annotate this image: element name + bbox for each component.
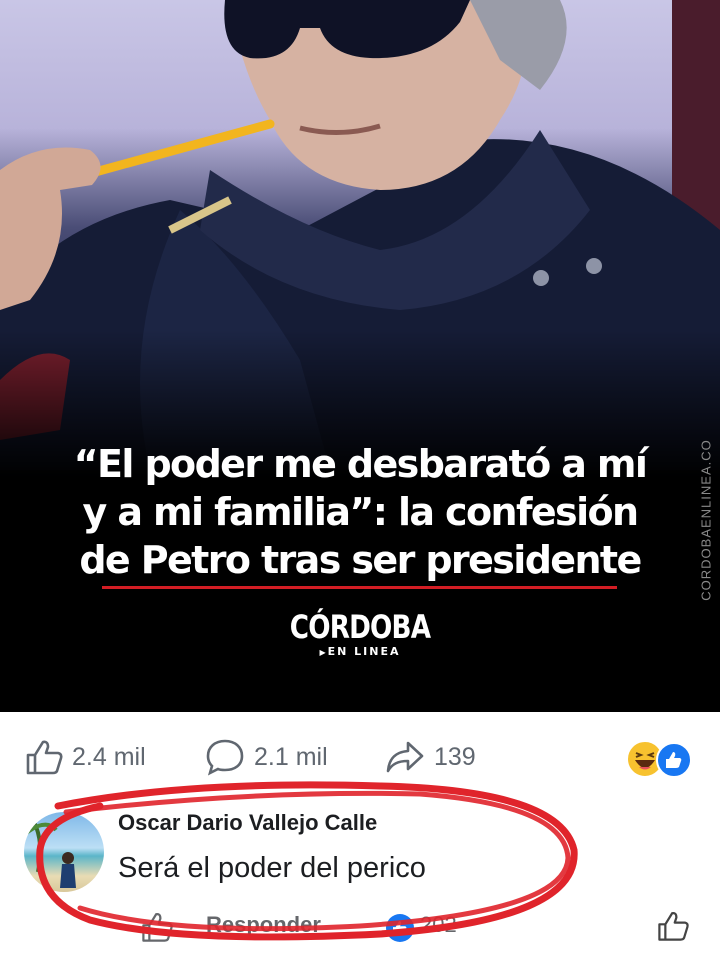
share-icon bbox=[386, 741, 424, 773]
reactions-bar: 2.4 mil 2.1 mil 139 bbox=[0, 730, 720, 786]
post-headline: “El poder me desbarató a mí y a mi famil… bbox=[30, 440, 690, 584]
thumbs-up-icon bbox=[26, 740, 63, 775]
like-reaction-icon bbox=[656, 742, 692, 778]
thumbs-up-icon[interactable] bbox=[140, 910, 174, 944]
headline-line: de Petro tras ser presidente bbox=[79, 538, 642, 582]
headline-line: “El poder me desbarató a mí bbox=[73, 442, 648, 486]
like-reaction-icon bbox=[386, 914, 414, 942]
share-button[interactable]: 139 bbox=[384, 740, 476, 774]
comment-icon bbox=[206, 739, 244, 776]
reaction-summary[interactable] bbox=[626, 738, 696, 778]
comment-actions: Responder 202 bbox=[0, 904, 720, 944]
watermark: CORDOBAENLINEA.CO bbox=[698, 439, 714, 601]
avatar[interactable] bbox=[24, 812, 104, 892]
brand-logo-subtitle: EN LINEA bbox=[0, 645, 720, 658]
like-count: 2.4 mil bbox=[72, 742, 146, 771]
brand-logo-name: CÓRDOBA bbox=[289, 608, 431, 646]
divider bbox=[102, 586, 617, 589]
thumbs-up-icon[interactable] bbox=[656, 908, 690, 944]
commenter-name[interactable]: Oscar Dario Vallejo Calle bbox=[118, 810, 377, 836]
comment-item: Oscar Dario Vallejo Calle Será el poder … bbox=[0, 796, 720, 963]
comment-count: 2.1 mil bbox=[254, 742, 328, 771]
post-image[interactable]: “El poder me desbarató a mí y a mi famil… bbox=[0, 0, 720, 712]
comment-button[interactable]: 2.1 mil bbox=[204, 739, 328, 776]
comment-text: Será el poder del perico bbox=[118, 852, 426, 884]
reply-button[interactable]: Responder bbox=[206, 912, 321, 938]
headline-line: y a mi familia”: la confesión bbox=[82, 490, 640, 534]
like-button[interactable]: 2.4 mil bbox=[24, 740, 146, 775]
comment-reaction-count[interactable]: 202 bbox=[420, 912, 457, 938]
portrait-photo bbox=[0, 0, 720, 712]
share-count: 139 bbox=[434, 742, 476, 771]
